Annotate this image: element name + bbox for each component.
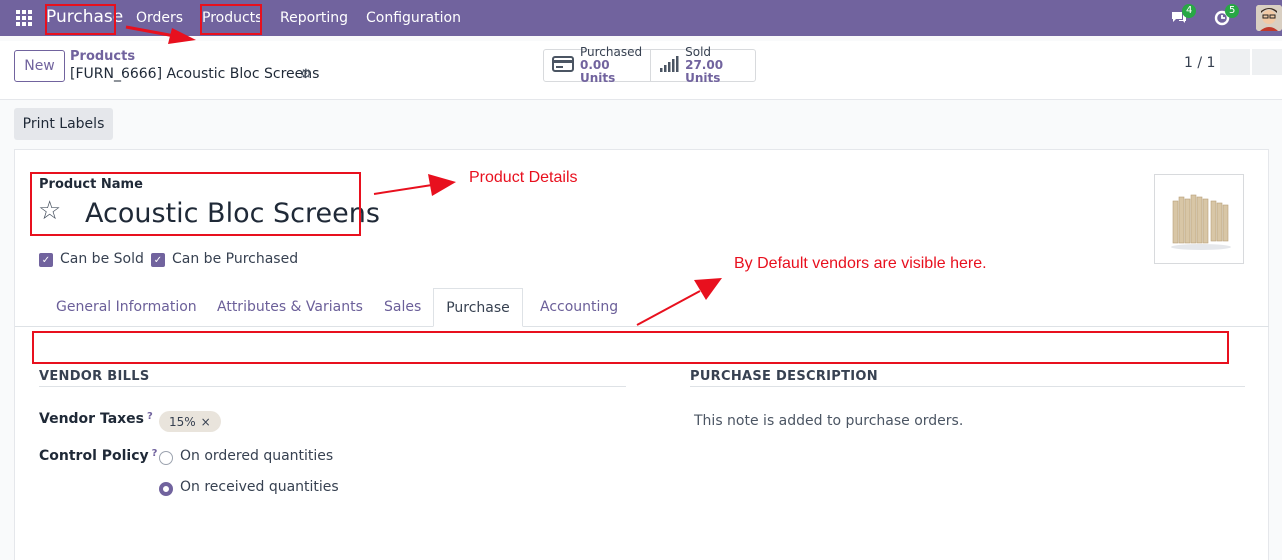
arrow-head-products bbox=[168, 28, 196, 44]
arrow-head-vendors bbox=[694, 278, 722, 300]
arrow-head-product-details bbox=[428, 174, 456, 196]
annotation-arrows bbox=[125, 25, 722, 326]
